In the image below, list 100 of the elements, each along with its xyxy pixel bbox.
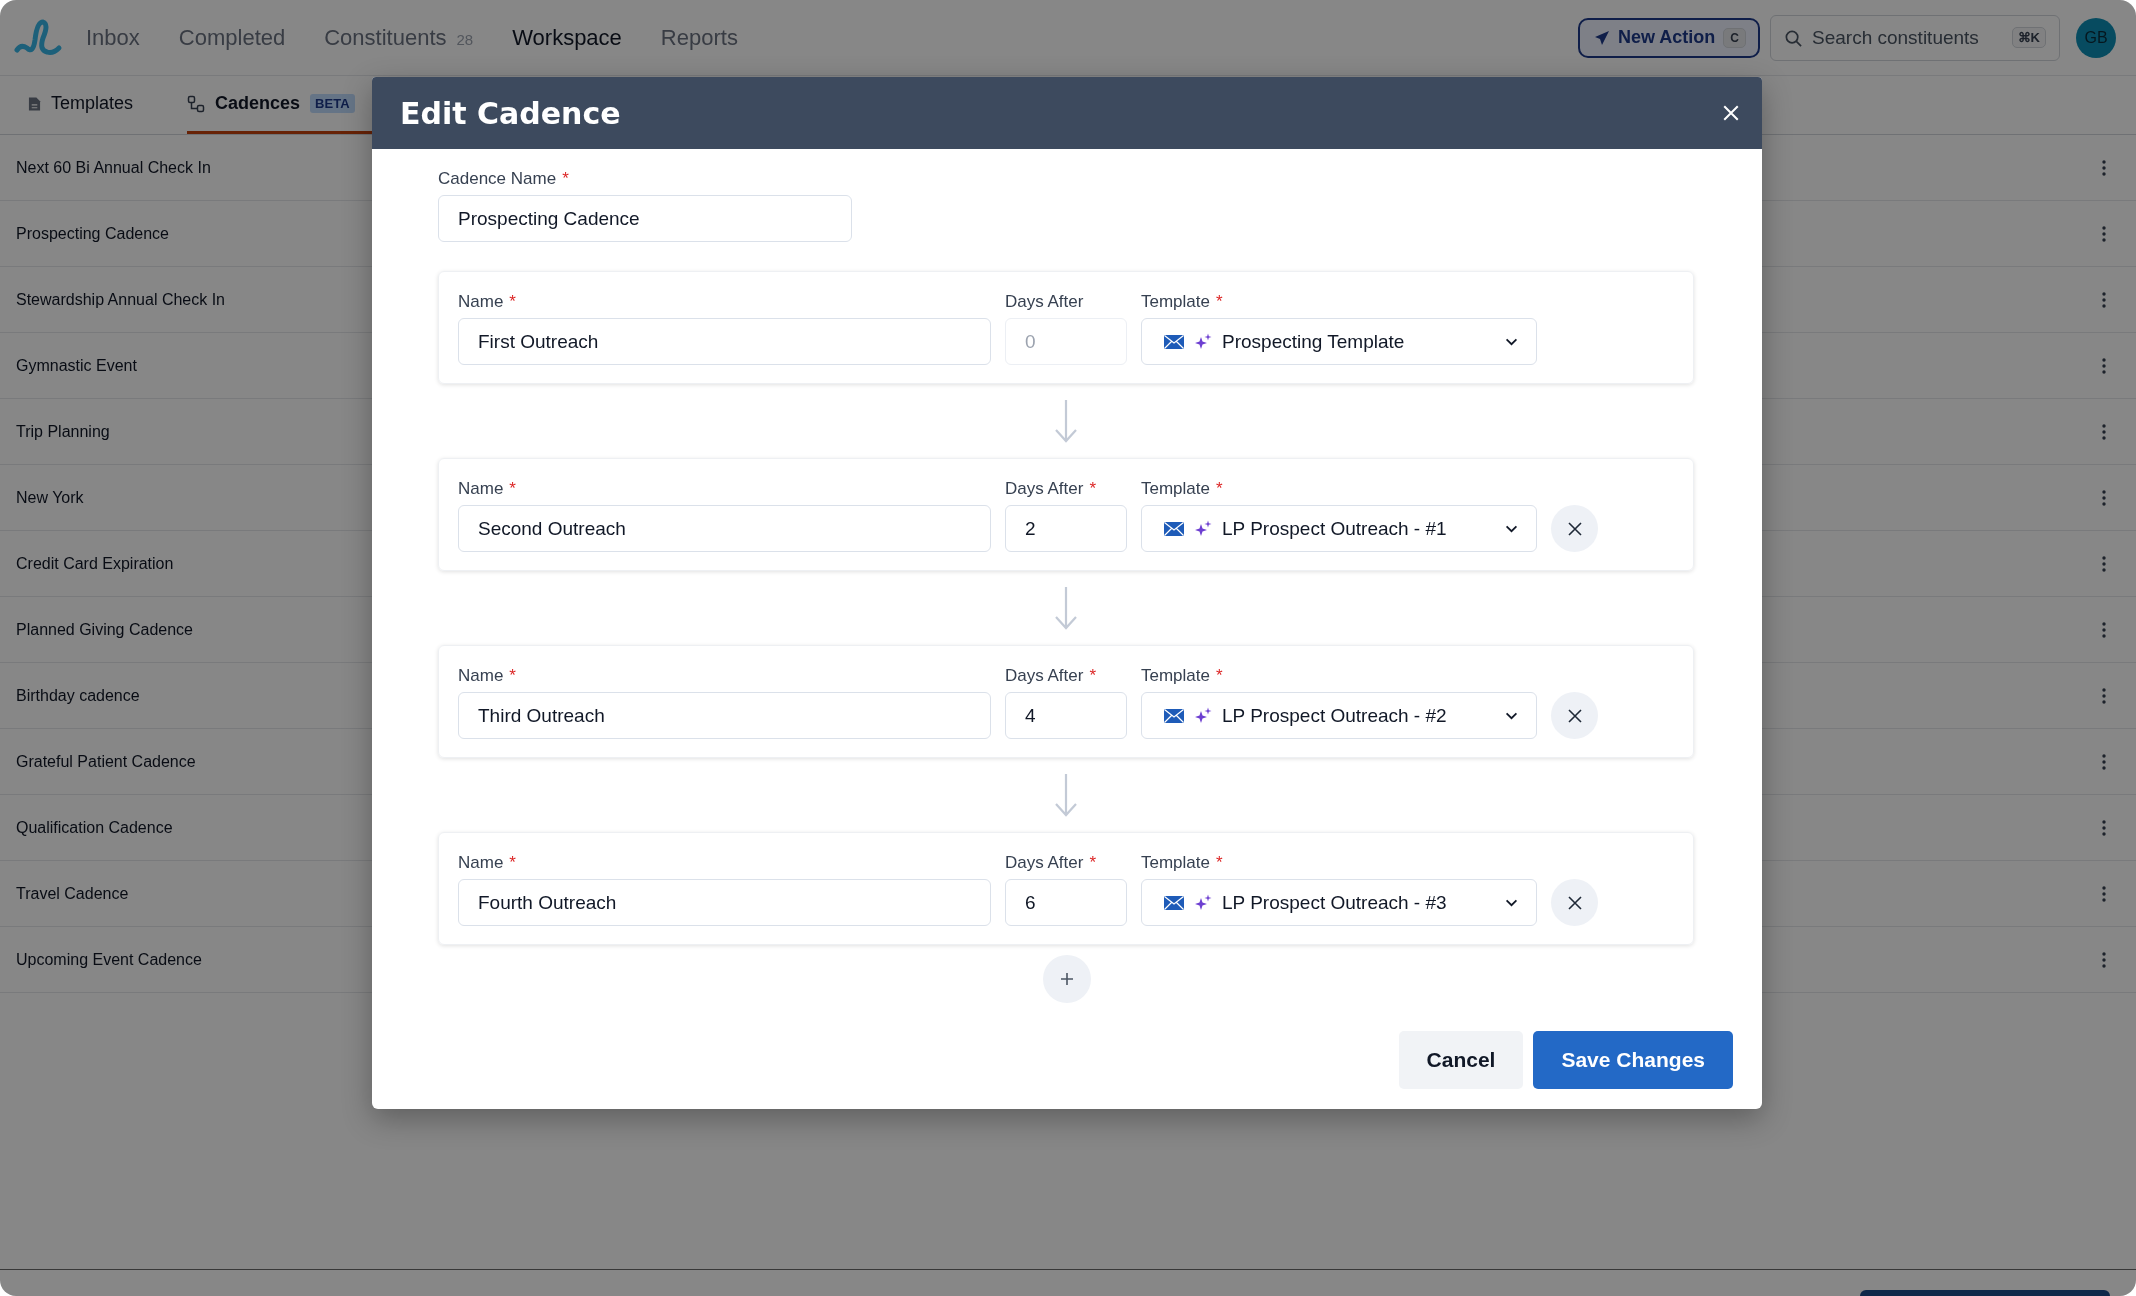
required-mark: * bbox=[1089, 666, 1097, 686]
close-icon bbox=[1566, 894, 1583, 911]
nav-link[interactable]: Reports bbox=[660, 24, 738, 51]
cadence-name[interactable]: Gymnastic Event bbox=[16, 356, 137, 375]
search-icon bbox=[1784, 28, 1803, 48]
template-dropdown[interactable]: Prospecting Template bbox=[1141, 318, 1537, 365]
nodes-icon bbox=[187, 94, 206, 113]
required-mark: * bbox=[509, 853, 516, 873]
required-mark: * bbox=[1089, 479, 1097, 499]
field-label: Template bbox=[1141, 292, 1210, 312]
cadence-name-field[interactable]: Prospecting Cadence bbox=[438, 195, 852, 242]
envelope-icon bbox=[1164, 334, 1184, 349]
required-mark: * bbox=[1089, 853, 1097, 873]
cadence-name[interactable]: Prospecting Cadence bbox=[16, 224, 169, 243]
field-label: Name bbox=[458, 479, 504, 499]
paper-plane-icon bbox=[1594, 29, 1610, 46]
field-label: Days After bbox=[1005, 666, 1084, 686]
tab[interactable]: Templates bbox=[28, 76, 158, 134]
required-mark: * bbox=[509, 292, 516, 312]
close-icon[interactable] bbox=[1722, 104, 1740, 122]
step-name-field[interactable]: Second Outreach bbox=[458, 505, 991, 552]
more-options-icon[interactable] bbox=[2102, 159, 2106, 176]
more-options-icon[interactable] bbox=[2102, 753, 2106, 770]
field-label: Days After bbox=[1005, 292, 1084, 312]
cadence-name[interactable]: Next 60 Bi Annual Check In bbox=[16, 158, 211, 177]
save-changes-button[interactable]: Save Changes bbox=[1533, 1031, 1733, 1089]
down-arrow-icon bbox=[1054, 398, 1078, 444]
down-arrow-icon bbox=[1054, 585, 1078, 631]
sparkle-icon bbox=[1194, 332, 1212, 351]
field-label: Template bbox=[1141, 479, 1210, 499]
envelope-icon bbox=[1164, 521, 1184, 536]
chevron-down-icon bbox=[1505, 524, 1518, 533]
more-options-icon[interactable] bbox=[2102, 291, 2106, 308]
envelope-icon bbox=[1164, 708, 1184, 723]
required-mark: * bbox=[509, 479, 516, 499]
cadence-name[interactable]: Planned Giving Cadence bbox=[16, 620, 193, 639]
sparkle-icon bbox=[1194, 519, 1212, 538]
nav-link[interactable]: Inbox bbox=[86, 24, 140, 51]
nav-link[interactable]: Completed bbox=[178, 24, 286, 51]
new-action-button[interactable]: New Action C bbox=[1578, 17, 1760, 58]
more-options-icon[interactable] bbox=[2102, 555, 2106, 572]
close-icon bbox=[1566, 707, 1583, 724]
remove-step-button[interactable] bbox=[1551, 692, 1598, 739]
required-mark: * bbox=[1216, 853, 1223, 873]
chevron-down-icon bbox=[1505, 898, 1518, 907]
step-name-field[interactable]: First Outreach bbox=[458, 318, 991, 365]
field-label: Template bbox=[1141, 853, 1210, 873]
cancel-button[interactable]: Cancel bbox=[1398, 1031, 1524, 1089]
step-name-field[interactable]: Third Outreach bbox=[458, 692, 991, 739]
more-options-icon[interactable] bbox=[2102, 489, 2106, 506]
nav-link[interactable]: Workspace bbox=[512, 24, 622, 51]
cadence-name[interactable]: Stewardship Annual Check In bbox=[16, 290, 225, 309]
plus-icon bbox=[1059, 971, 1075, 987]
more-options-icon[interactable] bbox=[2102, 819, 2106, 836]
remove-step-button[interactable] bbox=[1551, 505, 1598, 552]
field-label: Cadence Name bbox=[438, 169, 557, 189]
required-mark: * bbox=[509, 666, 516, 686]
field-label: Days After bbox=[1005, 853, 1084, 873]
envelope-icon bbox=[1164, 895, 1184, 910]
required-mark: * bbox=[1216, 666, 1223, 686]
required-mark: * bbox=[562, 169, 569, 189]
cadence-name[interactable]: New York bbox=[16, 488, 84, 507]
chevron-down-icon bbox=[1505, 337, 1518, 346]
template-dropdown[interactable]: LP Prospect Outreach - #3 bbox=[1141, 879, 1537, 926]
days-after-field[interactable]: 4 bbox=[1005, 692, 1127, 739]
document-icon bbox=[28, 95, 41, 112]
cadence-name[interactable]: Birthday cadence bbox=[16, 686, 140, 705]
close-icon bbox=[1566, 520, 1583, 537]
shortcut-key: ⌘K bbox=[2011, 26, 2046, 48]
field-label: Name bbox=[458, 666, 504, 686]
dialog-title: Edit Cadence bbox=[400, 95, 621, 131]
more-options-icon[interactable] bbox=[2102, 423, 2106, 440]
days-after-field[interactable]: 2 bbox=[1005, 505, 1127, 552]
more-options-icon[interactable] bbox=[2102, 687, 2106, 704]
template-dropdown[interactable]: LP Prospect Outreach - #1 bbox=[1141, 505, 1537, 552]
shortcut-key: C bbox=[1723, 27, 1746, 48]
required-mark: * bbox=[1216, 292, 1223, 312]
beta-badge: BETA bbox=[310, 94, 355, 113]
cadence-name[interactable]: Upcoming Event Cadence bbox=[16, 950, 202, 969]
field-label: Name bbox=[458, 853, 504, 873]
cadence-name[interactable]: Travel Cadence bbox=[16, 884, 129, 903]
cadence-name[interactable]: Trip Planning bbox=[16, 422, 110, 441]
template-dropdown[interactable]: LP Prospect Outreach - #2 bbox=[1141, 692, 1537, 739]
cadence-name[interactable]: Grateful Patient Cadence bbox=[16, 752, 196, 771]
remove-step-button[interactable] bbox=[1551, 879, 1598, 926]
more-options-icon[interactable] bbox=[2102, 225, 2106, 242]
chevron-down-icon bbox=[1505, 711, 1518, 720]
field-label: Name bbox=[458, 292, 504, 312]
more-options-icon[interactable] bbox=[2102, 951, 2106, 968]
days-after-field[interactable]: 6 bbox=[1005, 879, 1127, 926]
cadence-name[interactable]: Qualification Cadence bbox=[16, 818, 173, 837]
field-label: Template bbox=[1141, 666, 1210, 686]
down-arrow-icon bbox=[1054, 772, 1078, 818]
cadence-name[interactable]: Credit Card Expiration bbox=[16, 554, 174, 573]
more-options-icon[interactable] bbox=[2102, 621, 2106, 638]
required-mark: * bbox=[1216, 479, 1223, 499]
more-options-icon[interactable] bbox=[2102, 357, 2106, 374]
step-name-field[interactable]: Fourth Outreach bbox=[458, 879, 991, 926]
field-label: Days After bbox=[1005, 479, 1084, 499]
more-options-icon[interactable] bbox=[2102, 885, 2106, 902]
